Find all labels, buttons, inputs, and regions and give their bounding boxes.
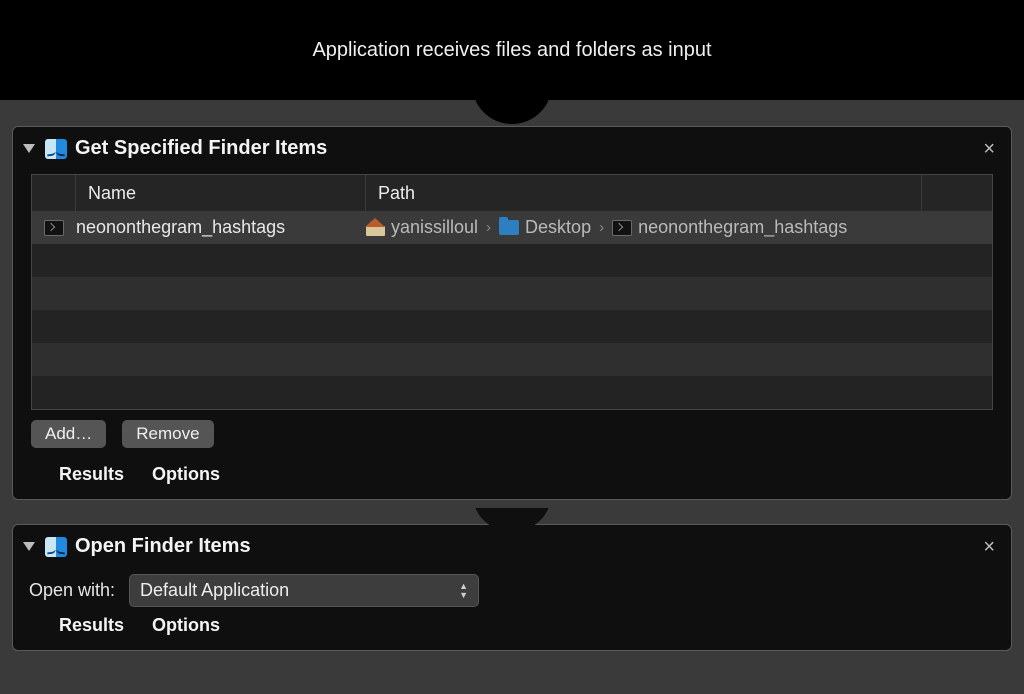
action-title: Get Specified Finder Items — [75, 137, 327, 160]
path-segment: yanissilloul — [391, 217, 478, 238]
action-title: Open Finder Items — [75, 535, 251, 558]
workflow-input-text: Application receives files and folders a… — [312, 39, 711, 62]
open-with-row: Open with: Default Application ▲▼ — [13, 566, 1011, 607]
chevron-right-icon: › — [597, 219, 606, 236]
row-path: yanissilloul › Desktop › neononthegram_h… — [366, 217, 922, 238]
table-row-empty — [32, 310, 992, 343]
workflow-canvas: Get Specified Finder Items × Name Path n… — [0, 100, 1024, 694]
finder-icon — [45, 537, 67, 557]
path-segment: Desktop — [525, 217, 591, 238]
finder-items-table: Name Path neononthegram_hashtags yanissi… — [31, 174, 993, 410]
open-with-label: Open with: — [29, 580, 115, 601]
close-icon[interactable]: × — [977, 139, 1001, 159]
table-header-spacer — [922, 175, 992, 211]
finder-icon — [45, 139, 67, 159]
workflow-input-header: Application receives files and folders a… — [0, 0, 1024, 100]
home-icon — [366, 219, 385, 236]
flow-connector-icon — [472, 508, 552, 550]
executable-icon — [44, 220, 64, 236]
table-header-name[interactable]: Name — [76, 175, 366, 211]
row-name: neononthegram_hashtags — [76, 217, 366, 238]
action-footer: Results Options — [13, 607, 1011, 650]
table-row-empty — [32, 277, 992, 310]
chevron-right-icon: › — [484, 219, 493, 236]
close-icon[interactable]: × — [977, 537, 1001, 557]
table-header-path[interactable]: Path — [366, 175, 922, 211]
flow-connector-icon — [472, 100, 552, 142]
results-toggle[interactable]: Results — [59, 615, 124, 636]
table-header-icon — [32, 175, 76, 211]
options-toggle[interactable]: Options — [152, 464, 220, 485]
path-segment: neononthegram_hashtags — [638, 217, 847, 238]
select-stepper-icon: ▲▼ — [459, 582, 468, 599]
disclosure-triangle-icon[interactable] — [23, 144, 35, 153]
table-header: Name Path — [32, 175, 992, 211]
executable-icon — [612, 220, 632, 236]
table-row-empty — [32, 376, 992, 409]
add-button[interactable]: Add… — [31, 420, 106, 448]
action-footer: Results Options — [13, 456, 1011, 499]
table-row-empty — [32, 244, 992, 277]
options-toggle[interactable]: Options — [152, 615, 220, 636]
remove-button[interactable]: Remove — [122, 420, 213, 448]
open-with-value: Default Application — [140, 580, 289, 601]
folder-icon — [499, 220, 519, 235]
table-button-row: Add… Remove — [31, 420, 993, 448]
table-body: neononthegram_hashtags yanissilloul › De… — [32, 211, 992, 409]
table-row[interactable]: neononthegram_hashtags yanissilloul › De… — [32, 211, 992, 244]
table-row-empty — [32, 343, 992, 376]
results-toggle[interactable]: Results — [59, 464, 124, 485]
disclosure-triangle-icon[interactable] — [23, 542, 35, 551]
row-type-icon — [32, 220, 76, 236]
open-with-select[interactable]: Default Application ▲▼ — [129, 574, 479, 607]
action-get-specified-finder-items: Get Specified Finder Items × Name Path n… — [12, 126, 1012, 500]
